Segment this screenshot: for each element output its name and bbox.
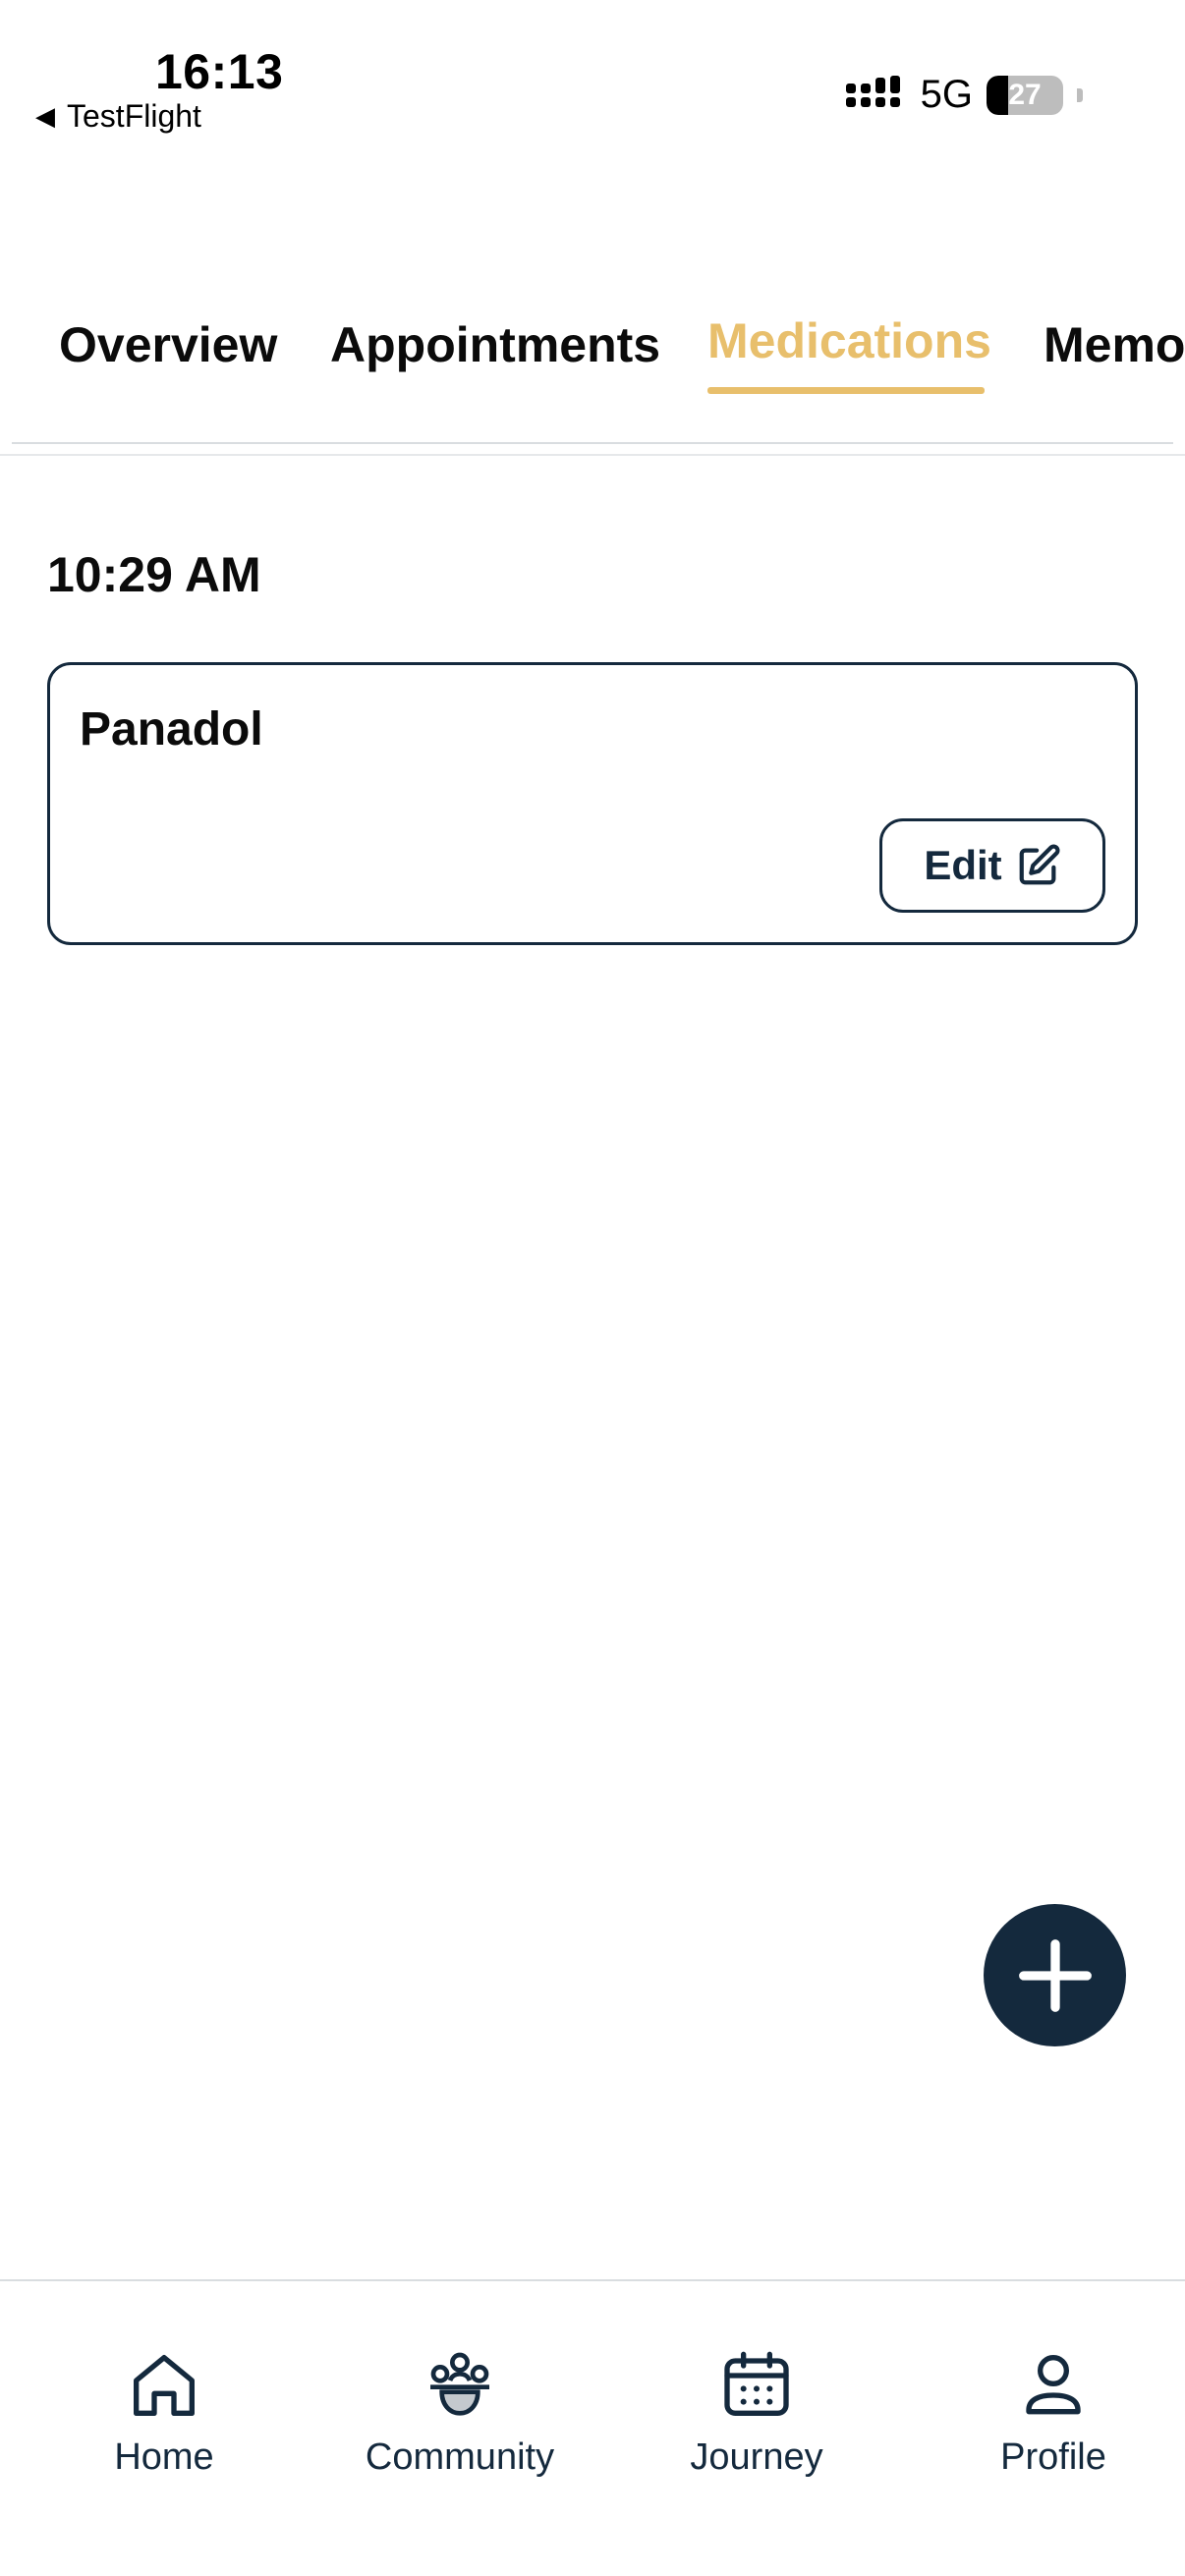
bottom-navigation: Home Community Journey Profile xyxy=(0,2279,1185,2576)
battery-icon: 27 xyxy=(987,75,1063,115)
tabs-divider xyxy=(12,442,1173,444)
community-icon xyxy=(430,2352,489,2416)
back-app-label: TestFlight xyxy=(67,98,201,134)
status-indicators: 5G 27 xyxy=(845,73,1083,117)
back-triangle-icon: ◀ xyxy=(35,101,55,131)
add-medication-button[interactable] xyxy=(984,1904,1126,2046)
nav-profile-label: Profile xyxy=(1000,2436,1106,2478)
network-type: 5G xyxy=(920,73,973,116)
profile-icon xyxy=(1026,2355,1081,2415)
app-screen: 16:13 ◀ TestFlight 5G 27 Overview Appoin… xyxy=(0,0,1185,2576)
back-to-testflight[interactable]: ◀ TestFlight xyxy=(35,98,201,135)
section-tabs: Overview Appointments Medications Memo xyxy=(0,295,1185,403)
edit-icon xyxy=(1019,844,1060,885)
tab-memo[interactable]: Memo xyxy=(1044,316,1185,373)
cellular-signal-icon xyxy=(845,75,900,107)
nav-journey[interactable]: Journey xyxy=(629,2346,884,2479)
nav-journey-label: Journey xyxy=(690,2436,823,2478)
battery-level: 27 xyxy=(1008,78,1042,111)
active-tab-indicator xyxy=(707,387,985,394)
tab-appointments[interactable]: Appointments xyxy=(330,316,660,373)
edit-button-label: Edit xyxy=(924,842,1002,888)
home-icon xyxy=(134,2355,195,2416)
tabs-divider-shadow xyxy=(0,454,1185,456)
nav-home[interactable]: Home xyxy=(36,2346,292,2479)
dose-time-heading: 10:29 AM xyxy=(47,547,261,602)
medication-card: Panadol Edit xyxy=(47,662,1138,945)
nav-home-label: Home xyxy=(114,2436,214,2478)
tab-overview[interactable]: Overview xyxy=(59,316,277,373)
tab-medications[interactable]: Medications xyxy=(707,312,991,369)
plus-icon xyxy=(1018,1938,1092,2012)
status-time: 16:13 xyxy=(155,44,284,99)
nav-profile[interactable]: Profile xyxy=(926,2346,1181,2479)
nav-community-label: Community xyxy=(365,2436,555,2478)
calendar-icon xyxy=(724,2351,789,2416)
nav-community[interactable]: Community xyxy=(332,2346,588,2479)
edit-medication-button[interactable]: Edit xyxy=(879,818,1105,913)
medication-name: Panadol xyxy=(80,703,263,756)
battery-cap xyxy=(1077,87,1083,102)
